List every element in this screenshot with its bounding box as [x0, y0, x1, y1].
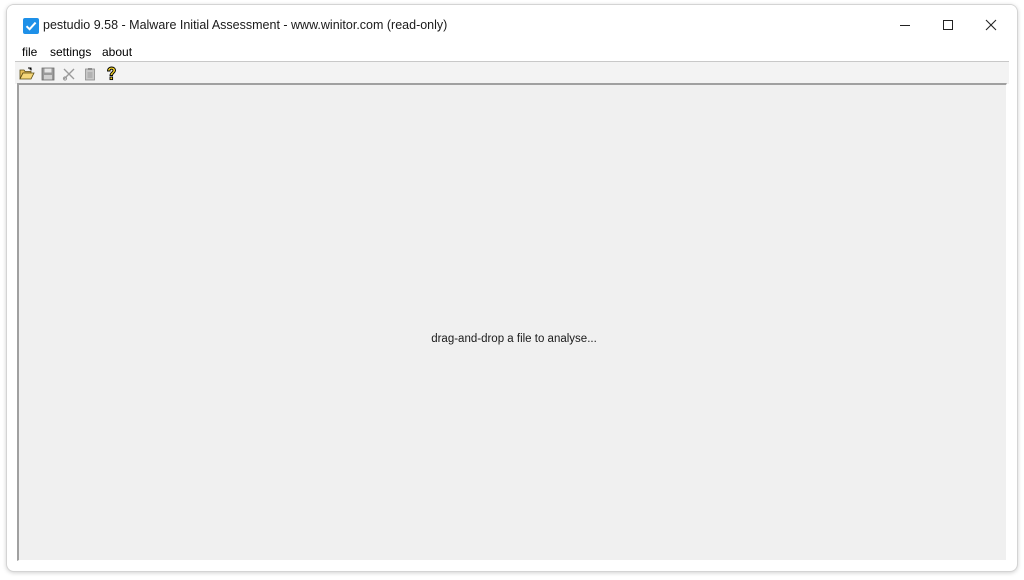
menu-about[interactable]: about — [99, 45, 135, 59]
clipboard-button[interactable] — [81, 65, 99, 82]
open-folder-icon — [19, 67, 35, 79]
help-icon — [107, 66, 116, 80]
drop-hint-text: drag-and-drop a file to analyse... — [431, 333, 597, 345]
save-button[interactable] — [39, 65, 57, 82]
title-bar[interactable]: pestudio 9.58 - Malware Initial Assessme… — [7, 5, 1017, 45]
save-icon — [41, 67, 55, 80]
help-button[interactable] — [102, 65, 120, 82]
cut-button[interactable] — [60, 65, 78, 82]
minimize-button[interactable] — [883, 5, 927, 45]
menu-bar: file settings about — [7, 43, 1017, 61]
minimize-icon — [900, 25, 910, 26]
maximize-button[interactable] — [926, 5, 970, 45]
app-window: pestudio 9.58 - Malware Initial Assessme… — [6, 4, 1018, 572]
drop-area[interactable]: drag-and-drop a file to analyse... — [17, 83, 1007, 561]
toolbar — [15, 61, 1009, 84]
maximize-icon — [943, 20, 953, 30]
app-checkbox-icon — [23, 18, 39, 34]
menu-file[interactable]: file — [19, 45, 40, 59]
open-file-button[interactable] — [18, 65, 36, 82]
cut-icon — [62, 68, 75, 81]
close-icon — [985, 19, 997, 31]
window-title: pestudio 9.58 - Malware Initial Assessme… — [43, 18, 448, 32]
clipboard-icon — [85, 67, 95, 80]
close-button[interactable] — [969, 5, 1013, 45]
menu-settings[interactable]: settings — [47, 45, 94, 59]
